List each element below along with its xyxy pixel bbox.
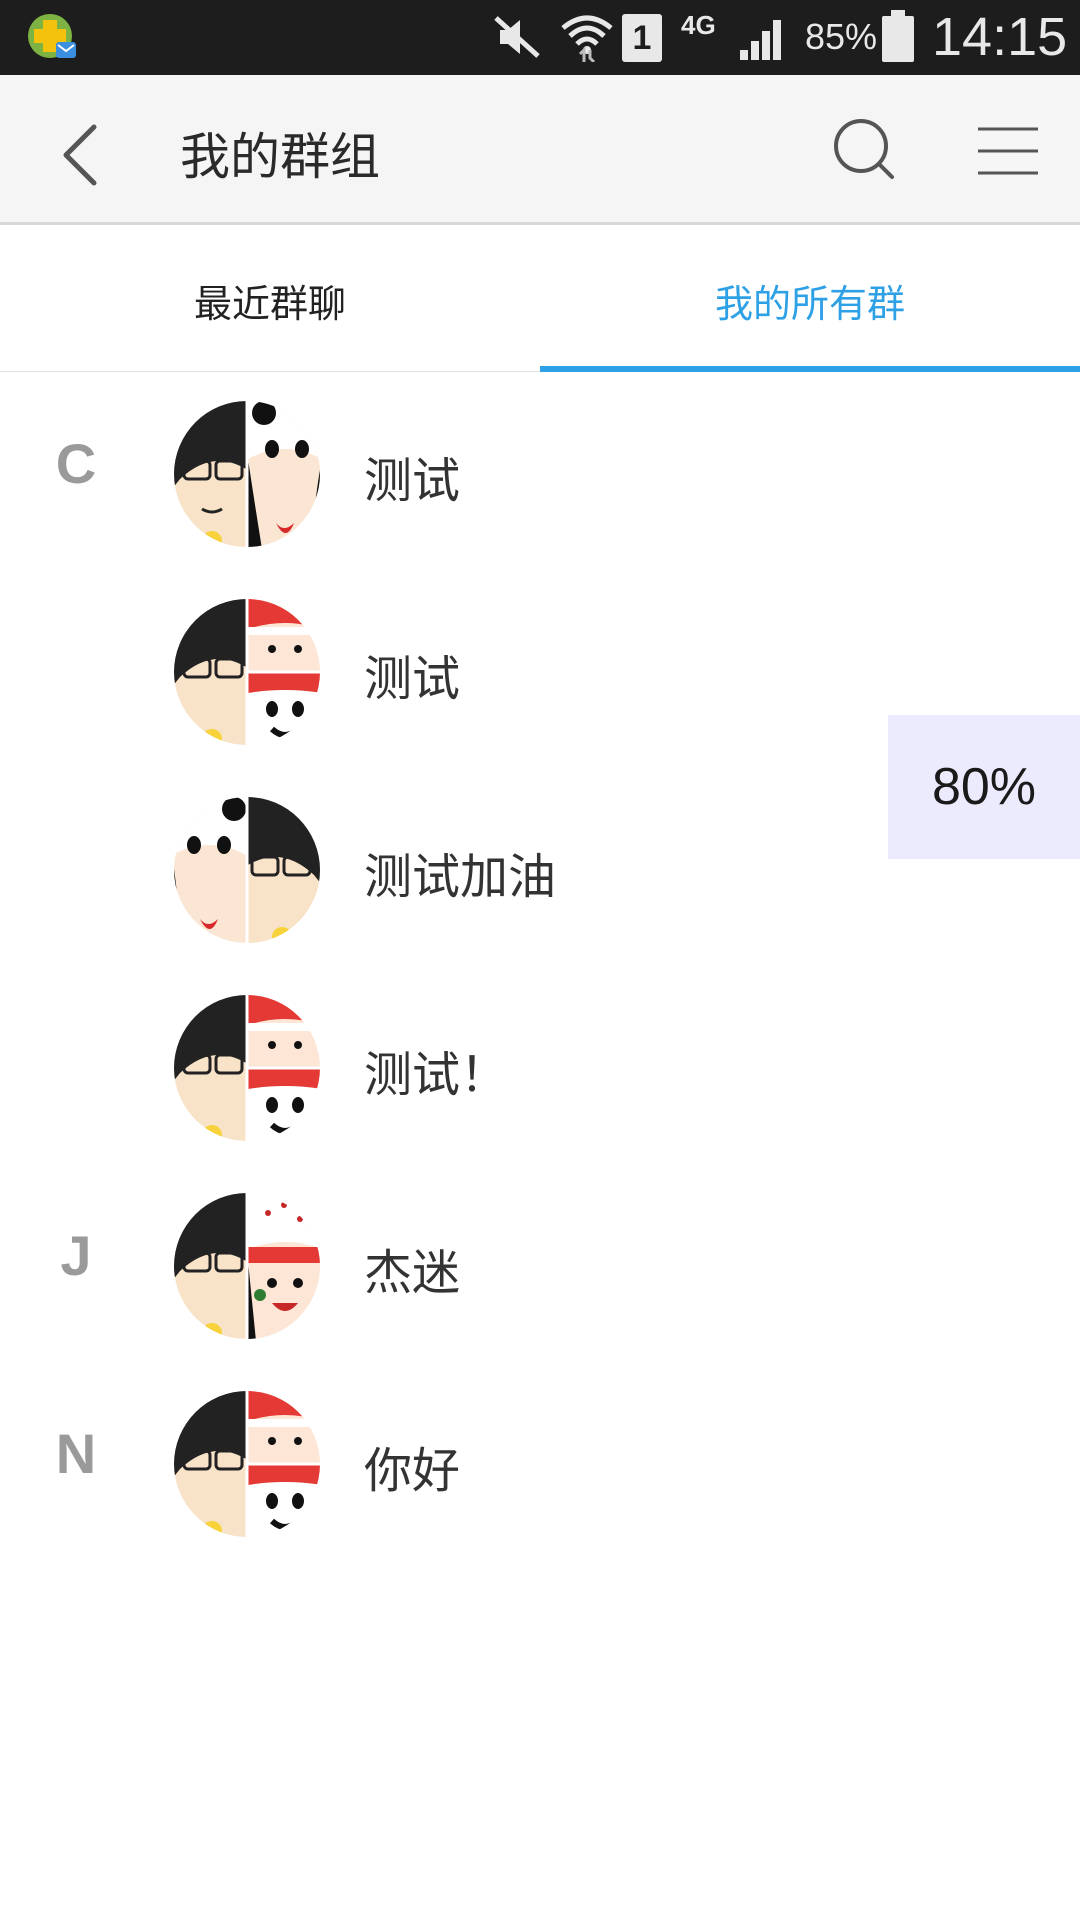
- group-avatar: [174, 597, 322, 747]
- group-name: 测试: [364, 453, 461, 509]
- group-name: 测试: [364, 651, 461, 707]
- sim-slot-label: 1: [632, 18, 652, 57]
- index-letter: J: [60, 1224, 92, 1287]
- battery-icon: [882, 10, 914, 62]
- group-name: 测试加油: [364, 849, 557, 905]
- network-type-label: 4G: [681, 10, 716, 40]
- wifi-icon: [561, 15, 613, 62]
- search-button[interactable]: [820, 111, 910, 191]
- group-row[interactable]: N 你好: [0, 1363, 1080, 1561]
- group-name: 你好: [364, 1443, 461, 1499]
- tab-all-groups[interactable]: 我的所有群: [540, 228, 1080, 372]
- zoom-level-badge: 80%: [888, 715, 1080, 859]
- menu-button[interactable]: [968, 115, 1048, 187]
- group-avatar: [174, 1191, 320, 1341]
- page-title: 我的群组: [180, 128, 380, 186]
- battery-percent: 85%: [805, 16, 878, 57]
- group-avatar: [174, 795, 320, 945]
- status-bar: 1 4G 85% 14:15: [0, 0, 1080, 75]
- group-name: 杰迷: [364, 1245, 461, 1301]
- search-icon: [834, 119, 894, 179]
- back-arrow-icon: [63, 124, 97, 186]
- sim-icon: 1: [622, 14, 662, 62]
- index-letter: N: [55, 1422, 97, 1485]
- active-tab-indicator: [540, 366, 1080, 372]
- signal-icon: [740, 20, 781, 60]
- group-avatar: [174, 993, 322, 1143]
- app-notification-icon: [28, 14, 76, 58]
- tab-recent-groups[interactable]: 最近群聊: [0, 228, 540, 372]
- group-avatar: [174, 399, 320, 549]
- tab-bar: 最近群聊 我的所有群: [0, 228, 1080, 372]
- index-letter: C: [55, 432, 97, 495]
- menu-icon: [978, 127, 1038, 175]
- back-button[interactable]: [40, 105, 120, 195]
- group-list: C 测试 测试 测试加油 测试！ J 杰迷 N 你好: [0, 373, 1080, 1561]
- group-row[interactable]: J 杰迷: [0, 1165, 1080, 1363]
- group-row[interactable]: 测试！: [0, 967, 1080, 1165]
- app-bar: 我的群组: [0, 75, 1080, 225]
- group-row[interactable]: C 测试: [0, 373, 1080, 571]
- mute-icon: [494, 16, 540, 58]
- group-name: 测试！: [364, 1047, 509, 1103]
- clock: 14:15: [932, 7, 1068, 67]
- group-avatar: [174, 1389, 322, 1539]
